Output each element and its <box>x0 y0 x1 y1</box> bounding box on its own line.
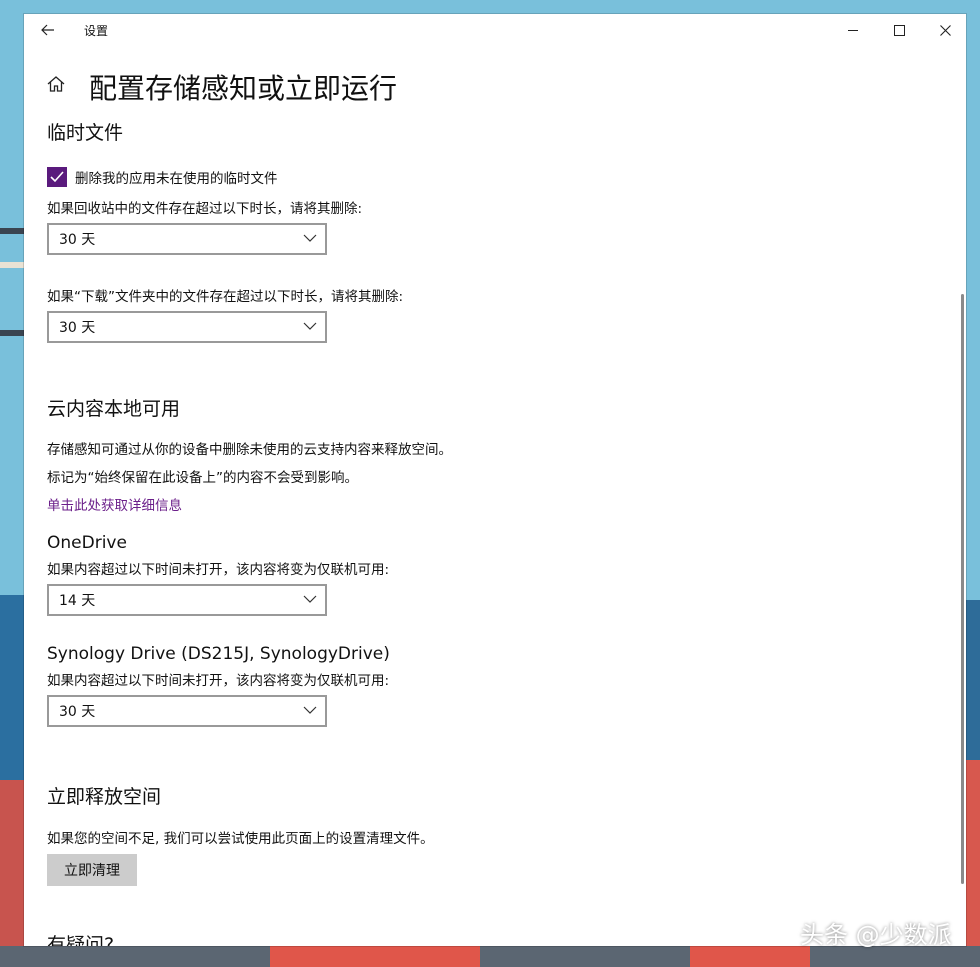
wallpaper-building <box>966 760 980 967</box>
recycle-bin-label: 如果回收站中的文件存在超过以下时长，请将其删除: <box>47 201 363 217</box>
synology-duration-select[interactable]: 30 天 <box>47 695 327 727</box>
scrollbar[interactable] <box>961 294 964 884</box>
cloud-description-2: 标记为“始终保留在此设备上”的内容不会受到影响。 <box>47 470 358 486</box>
synology-duration-value: 30 天 <box>59 704 96 720</box>
wallpaper-stripe <box>0 330 26 336</box>
downloads-label: 如果“下载”文件夹中的文件存在超过以下时长，请将其删除: <box>47 289 404 305</box>
recycle-bin-duration-value: 30 天 <box>59 232 96 248</box>
wallpaper-bus <box>270 946 480 967</box>
maximize-icon <box>893 24 905 36</box>
synology-heading: Synology Drive (DS215J, SynologyDrive) <box>47 644 390 664</box>
cloud-description-1: 存储感知可通过从你的设备中删除未使用的云支持内容来释放空间。 <box>47 442 452 458</box>
home-button[interactable] <box>46 74 70 98</box>
back-button[interactable] <box>32 18 64 42</box>
delete-temp-files-checkbox-row[interactable]: 删除我的应用未在使用的临时文件 <box>47 167 278 187</box>
cloud-content-heading: 云内容本地可用 <box>47 398 181 420</box>
synology-label: 如果内容超过以下时间未打开，该内容将变为仅联机可用: <box>47 673 390 689</box>
free-space-description: 如果您的空间不足, 我们可以尝试使用此页面上的设置清理文件。 <box>47 831 434 847</box>
home-icon <box>47 76 65 92</box>
learn-more-link[interactable]: 单击此处获取详细信息 <box>47 494 182 514</box>
close-button[interactable] <box>922 14 966 46</box>
minimize-icon <box>848 29 858 31</box>
chevron-down-icon <box>303 595 317 603</box>
clean-now-button[interactable]: 立即清理 <box>47 854 137 886</box>
temp-files-heading: 临时文件 <box>47 122 124 144</box>
close-icon <box>939 24 951 36</box>
questions-heading: 有疑问? <box>47 934 115 946</box>
maximize-button[interactable] <box>876 14 922 46</box>
checkmark-icon <box>50 171 64 183</box>
page-title: 配置存储感知或立即运行 <box>89 72 398 105</box>
recycle-bin-duration-select[interactable]: 30 天 <box>47 223 327 255</box>
app-title: 设置 <box>84 24 109 38</box>
wallpaper-bus <box>690 946 810 967</box>
onedrive-duration-select[interactable]: 14 天 <box>47 584 327 616</box>
delete-temp-files-checkbox[interactable] <box>47 167 67 187</box>
watermark: 头条 @少数派 <box>800 921 952 949</box>
onedrive-label: 如果内容超过以下时间未打开，该内容将变为仅联机可用: <box>47 562 390 578</box>
chevron-down-icon <box>303 706 317 714</box>
minimize-button[interactable] <box>830 14 876 46</box>
onedrive-duration-value: 14 天 <box>59 593 96 609</box>
chevron-down-icon <box>303 234 317 242</box>
settings-window: 设置 配置存储感知或立即运行 临时文件 删除我的应用未在使用的临时文件 如果回收… <box>24 14 966 946</box>
onedrive-heading: OneDrive <box>47 533 127 553</box>
free-space-heading: 立即释放空间 <box>47 786 162 808</box>
delete-temp-files-label: 删除我的应用未在使用的临时文件 <box>75 171 278 187</box>
wallpaper-building <box>0 780 26 967</box>
downloads-duration-select[interactable]: 30 天 <box>47 311 327 343</box>
title-bar: 设置 <box>24 14 966 46</box>
chevron-down-icon <box>303 322 317 330</box>
wallpaper-stripe <box>0 228 26 234</box>
arrow-left-icon <box>41 24 54 36</box>
wallpaper-stripe <box>0 262 26 268</box>
downloads-duration-value: 30 天 <box>59 320 96 336</box>
